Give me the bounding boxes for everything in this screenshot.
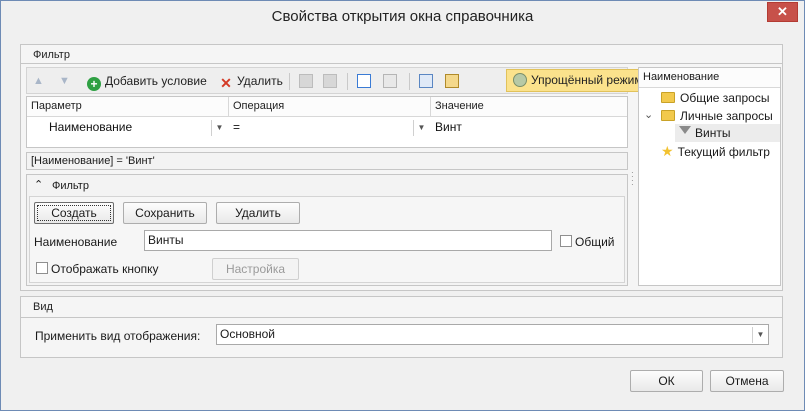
condition-grid: Параметр Операция Значение Наименование … [26,96,628,148]
edit-icon [357,74,371,88]
collapse-icon: ⌃ [34,179,44,191]
common-label: Общий [575,235,615,249]
apply-view-label: Применить вид отображения: [35,329,201,343]
paste-icon [445,74,459,88]
simple-mode-icon [513,73,527,87]
folder-icon [661,110,675,121]
add-condition-button[interactable]: + Добавить условие [87,72,207,91]
operation-cell[interactable]: = [229,118,431,138]
ungroup-icon [323,74,337,88]
filter-name-input[interactable]: Винты [144,230,552,251]
group-button[interactable] [299,72,317,90]
toolbar-separator [347,73,348,90]
add-condition-label: Добавить условие [105,74,207,88]
view-group-divider [21,317,782,318]
settings-button[interactable]: Настройка [212,258,299,280]
column-header-operation[interactable]: Операция [229,97,431,117]
filter-group-divider [21,63,782,64]
filter-icon [679,126,691,138]
group-icon [299,74,313,88]
column-header-value[interactable]: Значение [431,97,627,117]
tree-header: Наименование [639,68,780,88]
tree-item-label: Общие запросы [680,91,770,105]
toolbar-separator [289,73,290,90]
tree-item-current-filter[interactable]: ★ Текущий фильтр [661,142,770,160]
view-group-header: Вид [33,301,53,313]
tree-item-label: Текущий фильтр [677,145,770,159]
properties-button[interactable] [383,72,401,90]
filter-group-header: Фильтр [33,49,70,61]
filter-name-label: Наименование [34,235,118,249]
window-title: Свойства открытия окна справочника [271,8,534,25]
chevron-down-icon: ⌄ [644,109,654,121]
view-select-dropdown[interactable]: ▼ [752,327,768,343]
parameter-dropdown[interactable]: ▼ [211,120,227,136]
dialog-window: Свойства открытия окна справочника ✕ Фил… [0,0,805,411]
common-checkbox[interactable] [560,235,572,247]
column-header-parameter[interactable]: Параметр [27,97,229,117]
paste-button[interactable] [445,72,463,90]
ungroup-button[interactable] [323,72,341,90]
tree-item-label: Винты [695,126,731,140]
filter-subpanel-header: Фильтр [52,180,89,192]
splitter-grip[interactable]: · · · · [631,169,634,189]
tree-item-screws[interactable]: Винты [679,124,730,142]
copy-icon [419,74,433,88]
create-filter-button[interactable]: Создать [34,202,114,224]
show-button-checkbox[interactable] [36,262,48,274]
folder-icon [661,92,675,103]
move-up-button[interactable]: ▲ [33,72,44,90]
edit-button[interactable] [357,72,375,90]
simple-mode-button[interactable]: Упрощённый режим [506,69,649,92]
delete-filter-button[interactable]: Удалить [216,202,300,224]
parameter-value: Наименование [49,120,133,134]
cancel-button[interactable]: Отмена [710,370,784,392]
filter-toolbar: ▲ ▼ + Добавить условие ✕ Удалить Упрощённы… [26,67,649,94]
saved-filters-tree: Наименование Общие запросы ⌄ Личные запр… [638,67,781,286]
filter-expression: [Наименование] = 'Винт' [26,152,628,170]
arrow-up-icon: ▲ [33,75,44,87]
list-icon [383,74,397,88]
toolbar-separator [409,73,410,90]
save-filter-button[interactable]: Сохранить [123,202,207,224]
tree-expand-toggle[interactable]: ⌄ [644,106,653,124]
ok-button[interactable]: ОК [630,370,703,392]
delete-x-icon: ✕ [220,75,232,91]
condition-value: Винт [435,120,462,134]
simple-mode-label: Упрощённый режим [531,73,643,87]
tree-item-common-queries[interactable]: Общие запросы [661,89,769,107]
view-select[interactable]: Основной [216,324,769,345]
value-cell[interactable]: Винт [431,118,627,138]
filter-subpanel-collapse[interactable]: ⌃ [34,178,43,191]
operation-value: = [233,120,241,134]
delete-condition-label: Удалить [237,74,283,88]
add-icon: + [87,77,101,91]
move-down-button[interactable]: ▼ [59,72,70,90]
copy-button[interactable] [419,72,437,90]
parameter-cell[interactable]: Наименование [45,118,229,138]
close-button[interactable]: ✕ [767,2,798,22]
delete-condition-button[interactable]: ✕ Удалить [219,72,283,90]
operation-dropdown[interactable]: ▼ [413,120,429,136]
tree-item-personal-queries[interactable]: Личные запросы [661,107,773,125]
title-bar: Свойства открытия окна справочника ✕ [1,1,804,32]
show-button-label: Отображать кнопку [51,262,159,276]
tree-item-label: Личные запросы [680,109,773,123]
star-icon: ★ [661,143,674,159]
arrow-down-icon: ▼ [59,75,70,87]
